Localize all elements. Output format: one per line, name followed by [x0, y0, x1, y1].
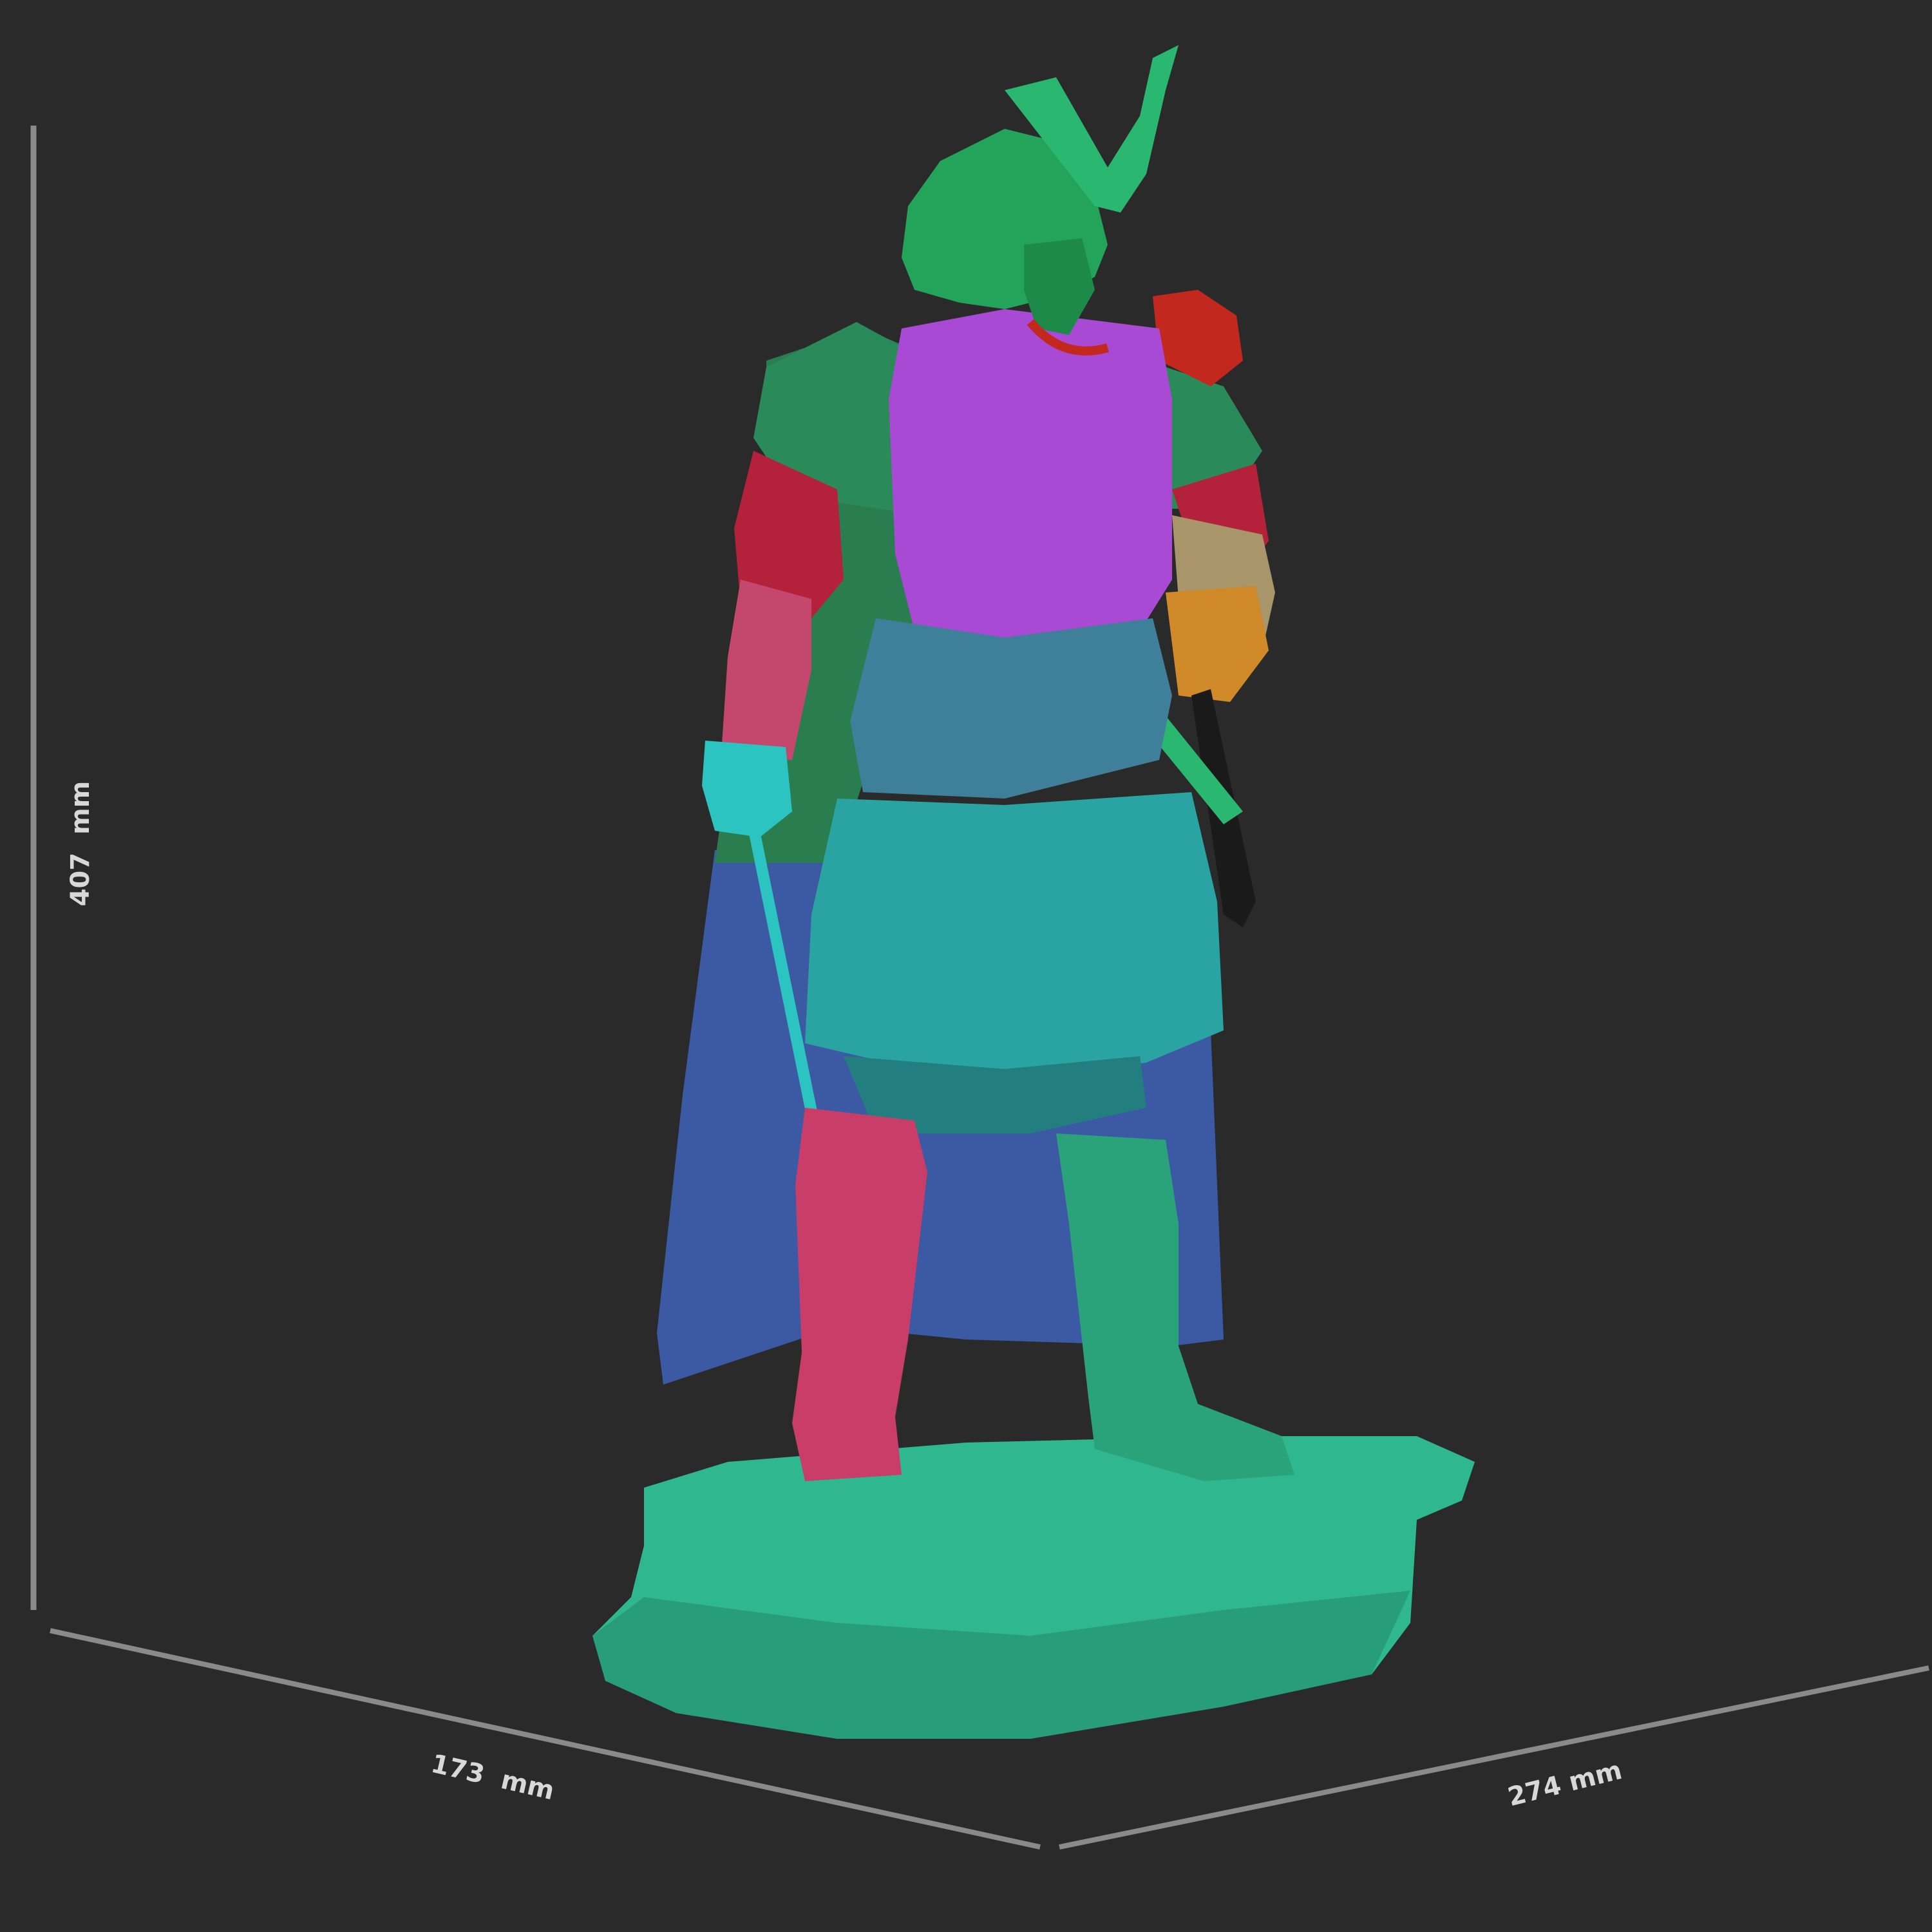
skirt-armor [805, 792, 1224, 1082]
left-arm [721, 580, 811, 760]
chest-armor [889, 309, 1172, 644]
samurai-figure [592, 45, 1475, 1739]
left-leg [792, 1108, 927, 1481]
height-dimension-label: 407 mm [66, 781, 95, 907]
right-hand [1166, 586, 1269, 702]
rope-belt [850, 618, 1172, 799]
render-scene [30, 45, 1929, 1850]
